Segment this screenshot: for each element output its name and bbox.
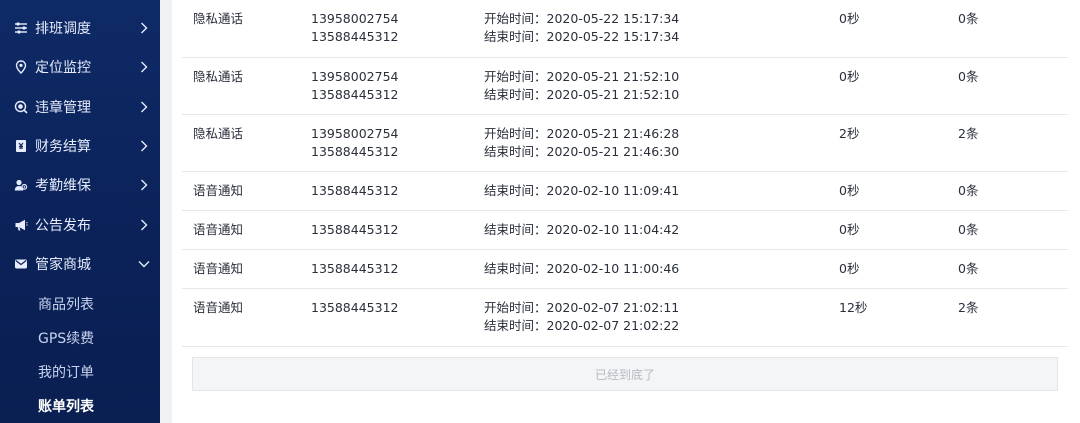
- phone-number: 13958002754: [311, 69, 399, 84]
- phone-number: 13588445312: [311, 183, 399, 198]
- record-phones: 13958002754 13588445312: [311, 68, 398, 104]
- end-time: 结束时间：2020-02-10 11:09:41: [484, 183, 680, 198]
- table-row: 语音通知 13588445312 结束时间：2020-02-10 11:00:4…: [182, 250, 1068, 289]
- bill-list-panel: 隐私通话 13958002754 13588445312 开始时间：2020-0…: [172, 0, 1080, 423]
- record-phones: 13588445312: [311, 221, 398, 239]
- record-times: 开始时间：2020-05-21 21:46:28 结束时间：2020-05-21…: [484, 125, 679, 161]
- record-times: 结束时间：2020-02-10 11:04:42: [484, 221, 679, 239]
- sidebar-item-label: 违章管理: [35, 100, 91, 116]
- table-row: 隐私通话 13958002754 13588445312 开始时间：2020-0…: [182, 58, 1068, 115]
- end-time: 结束时间：2020-02-07 21:02:22: [484, 318, 680, 333]
- sidebar-item-label: 管家商城: [35, 257, 91, 273]
- sidebar-item-violations[interactable]: 违章管理: [0, 89, 160, 125]
- record-duration: 2秒: [839, 126, 860, 141]
- record-count: 2条: [958, 300, 979, 315]
- record-duration: 0秒: [839, 11, 860, 26]
- record-type: 语音通知: [193, 300, 244, 315]
- sliders-icon: [14, 21, 28, 35]
- sidebar-item-mall[interactable]: 管家商城: [0, 246, 160, 282]
- end-time: 结束时间：2020-05-21 21:46:30: [484, 144, 680, 159]
- sidebar-item-finance[interactable]: 财务结算: [0, 128, 160, 164]
- record-duration: 0秒: [839, 261, 860, 276]
- record-type: 隐私通话: [193, 69, 244, 84]
- chevron-right-icon: [136, 19, 152, 37]
- record-count: 0条: [958, 183, 979, 198]
- chevron-down-icon: [136, 255, 152, 273]
- record-phones: 13588445312: [311, 182, 398, 200]
- phone-number: 13588445312: [311, 144, 399, 159]
- record-count: 0条: [958, 69, 979, 84]
- sidebar-item-label: 公告发布: [35, 218, 91, 234]
- record-phones: 13958002754 13588445312: [311, 125, 398, 161]
- receipt-icon: [14, 139, 28, 153]
- envelope-icon: [14, 257, 28, 271]
- phone-number: 13958002754: [311, 11, 399, 26]
- phone-number: 13588445312: [311, 261, 399, 276]
- record-type: 隐私通话: [193, 11, 244, 26]
- location-pin-icon: [14, 60, 28, 74]
- record-phones: 13958002754 13588445312: [311, 10, 398, 46]
- submenu-item-my-orders[interactable]: 我的订单: [0, 356, 160, 388]
- chevron-right-icon: [136, 216, 152, 234]
- app-root: 排班调度 定位监控 违章管理 财务结算 考勤维保 公告发布 管家商城 商品列表 …: [0, 0, 1080, 423]
- sidebar: 排班调度 定位监控 违章管理 财务结算 考勤维保 公告发布 管家商城 商品列表 …: [0, 0, 160, 423]
- record-count: 0条: [958, 261, 979, 276]
- phone-number: 13958002754: [311, 126, 399, 141]
- end-time: 结束时间：2020-05-21 21:52:10: [484, 87, 680, 102]
- sidebar-item-scheduling[interactable]: 排班调度: [0, 10, 160, 46]
- start-time: 开始时间：2020-05-22 15:17:34: [484, 11, 680, 26]
- megaphone-icon: [14, 218, 28, 232]
- record-phones: 13588445312: [311, 260, 398, 278]
- start-time: 开始时间：2020-05-21 21:52:10: [484, 69, 680, 84]
- search-badge-icon: [14, 100, 28, 114]
- table-row: 语音通知 13588445312 开始时间：2020-02-07 21:02:1…: [182, 289, 1068, 347]
- record-times: 结束时间：2020-02-10 11:00:46: [484, 260, 679, 278]
- record-type: 隐私通话: [193, 126, 244, 141]
- record-duration: 0秒: [839, 222, 860, 237]
- record-times: 开始时间：2020-02-07 21:02:11 结束时间：2020-02-07…: [484, 299, 679, 335]
- sidebar-item-location[interactable]: 定位监控: [0, 49, 160, 85]
- chevron-right-icon: [136, 137, 152, 155]
- sidebar-item-label: 考勤维保: [35, 178, 91, 194]
- phone-number: 13588445312: [311, 87, 399, 102]
- end-time: 结束时间：2020-05-22 15:17:34: [484, 29, 680, 44]
- record-phones: 13588445312: [311, 299, 398, 317]
- sidebar-item-label: 排班调度: [35, 21, 91, 37]
- submenu-item-products[interactable]: 商品列表: [0, 288, 160, 320]
- record-type: 语音通知: [193, 261, 244, 276]
- phone-number: 13588445312: [311, 222, 399, 237]
- users-icon: [14, 178, 28, 192]
- table-row: 隐私通话 13958002754 13588445312 开始时间：2020-0…: [182, 0, 1068, 58]
- table-row: 隐私通话 13958002754 13588445312 开始时间：2020-0…: [182, 115, 1068, 172]
- sidebar-item-label: 财务结算: [35, 139, 91, 155]
- sidebar-item-label: 定位监控: [35, 60, 91, 76]
- sidebar-item-announcements[interactable]: 公告发布: [0, 207, 160, 243]
- end-of-list-indicator: 已经到底了: [192, 357, 1058, 391]
- table-row: 语音通知 13588445312 结束时间：2020-02-10 11:04:4…: [182, 211, 1068, 250]
- submenu-item-bill-list[interactable]: 账单列表: [0, 390, 160, 422]
- end-time: 结束时间：2020-02-10 11:00:46: [484, 261, 680, 276]
- record-count: 0条: [958, 11, 979, 26]
- phone-number: 13588445312: [311, 300, 399, 315]
- record-count: 2条: [958, 126, 979, 141]
- chevron-right-icon: [136, 98, 152, 116]
- chevron-right-icon: [136, 58, 152, 76]
- end-time: 结束时间：2020-02-10 11:04:42: [484, 222, 680, 237]
- record-times: 开始时间：2020-05-22 15:17:34 结束时间：2020-05-22…: [484, 10, 679, 46]
- record-type: 语音通知: [193, 222, 244, 237]
- record-times: 开始时间：2020-05-21 21:52:10 结束时间：2020-05-21…: [484, 68, 679, 104]
- start-time: 开始时间：2020-05-21 21:46:28: [484, 126, 680, 141]
- record-type: 语音通知: [193, 183, 244, 198]
- record-count: 0条: [958, 222, 979, 237]
- start-time: 开始时间：2020-02-07 21:02:11: [484, 300, 680, 315]
- record-times: 结束时间：2020-02-10 11:09:41: [484, 182, 679, 200]
- table-row: 语音通知 13588445312 结束时间：2020-02-10 11:09:4…: [182, 172, 1068, 211]
- record-duration: 12秒: [839, 300, 868, 315]
- phone-number: 13588445312: [311, 29, 399, 44]
- record-duration: 0秒: [839, 183, 860, 198]
- submenu-item-gps-renewal[interactable]: GPS续费: [0, 322, 160, 354]
- sidebar-item-attendance[interactable]: 考勤维保: [0, 167, 160, 203]
- chevron-right-icon: [136, 176, 152, 194]
- record-duration: 0秒: [839, 69, 860, 84]
